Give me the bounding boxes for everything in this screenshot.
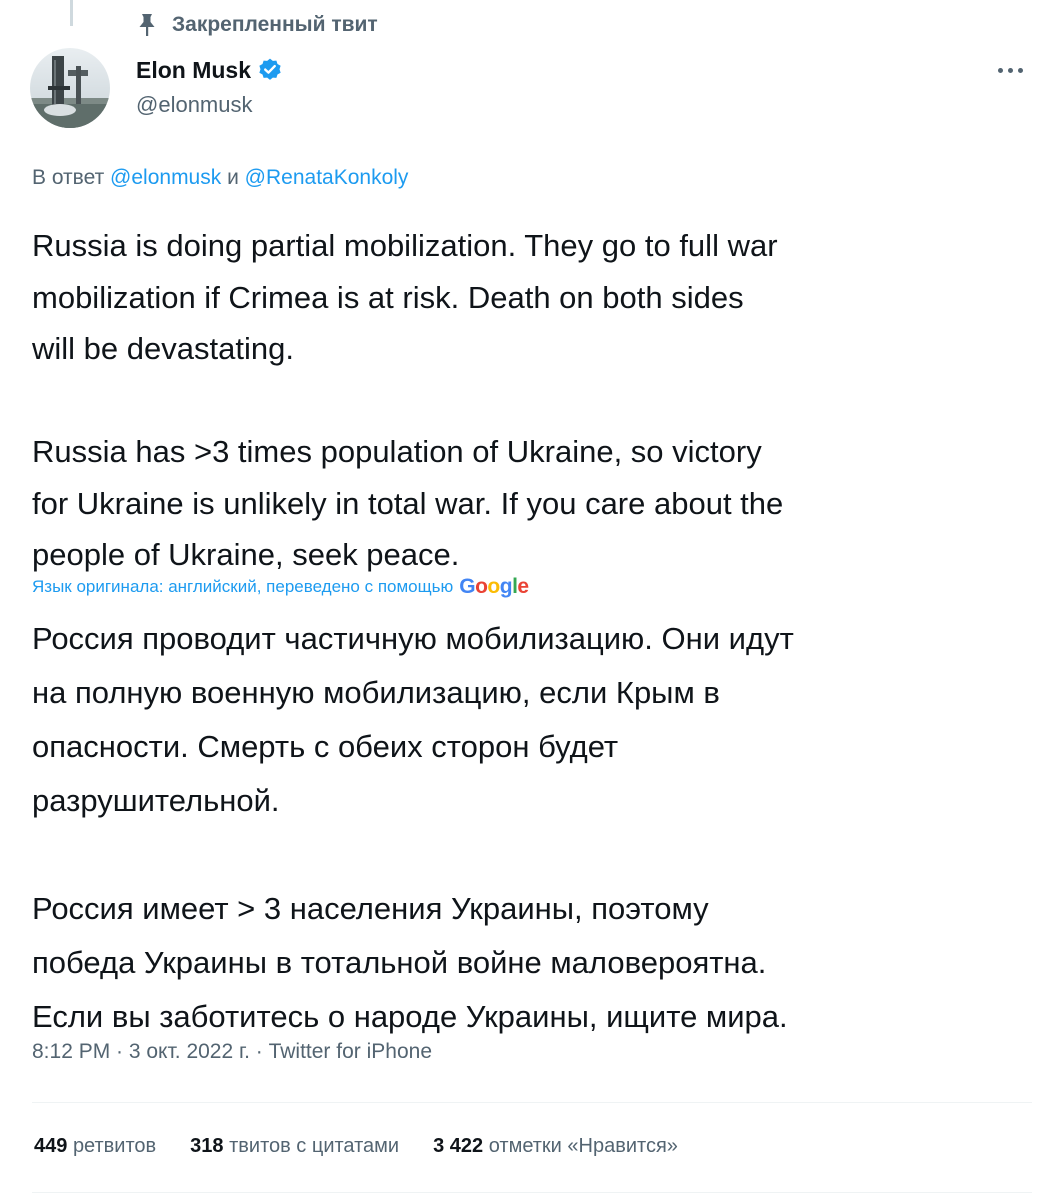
author-handle[interactable]: @elonmusk (136, 92, 283, 118)
reply-conjunction: и (227, 166, 239, 189)
quotes-count: 318 (190, 1135, 224, 1157)
quotes-label: твитов с цитатами (229, 1135, 400, 1157)
author-info: Elon Musk @elonmusk (136, 54, 283, 118)
retweets-count: 449 (34, 1135, 68, 1157)
translation-note-text: Язык оригинала: английский, переведено с… (32, 577, 454, 596)
translated-line: Россия имеет > 3 населения Украины, поэт… (32, 891, 709, 926)
translated-line: опасности. Смерть с обеих сторон будет (32, 729, 619, 764)
engagement-stats: 449 ретвитов 318 твитов с цитатами 3 422… (34, 1135, 678, 1158)
tweet-line-break (32, 375, 1042, 427)
likes-count: 3 422 (433, 1135, 484, 1157)
translated-line: Россия проводит частичную мобилизацию. О… (32, 621, 794, 656)
translated-line: Если вы заботитесь о народе Украины, ищи… (32, 999, 788, 1034)
tweet-text: Russia is doing partial mobilization. Th… (32, 220, 1042, 581)
tweet-line: will be devastating. (32, 331, 294, 366)
more-options-icon[interactable] (990, 58, 1030, 82)
pinned-label: Закрепленный твит (172, 13, 378, 36)
pinned-indicator: Закрепленный твит (138, 8, 378, 42)
tweet-timestamp[interactable]: 8:12 PM · 3 окт. 2022 г. · Twitter for i… (32, 1040, 432, 1064)
translated-line: разрушительной. (32, 783, 280, 818)
reply-context: В ответ @elonmusk и @RenataKonkoly (32, 166, 408, 190)
likes-label: отметки «Нравится» (488, 1135, 678, 1157)
author-name[interactable]: Elon Musk (136, 57, 251, 84)
avatar[interactable] (30, 48, 110, 128)
retweets-stat[interactable]: 449 ретвитов (34, 1135, 156, 1158)
author-name-row: Elon Musk (136, 54, 283, 86)
pin-icon (138, 13, 156, 37)
verified-badge-icon[interactable] (257, 57, 283, 83)
quotes-stat[interactable]: 318 твитов с цитатами (190, 1135, 399, 1158)
divider (32, 1192, 1032, 1193)
likes-stat[interactable]: 3 422 отметки «Нравится» (433, 1135, 678, 1158)
tweet-line: Russia is doing partial mobilization. Th… (32, 228, 778, 263)
translated-line: на полную военную мобилизацию, если Крым… (32, 675, 720, 710)
thread-line (70, 0, 73, 26)
translated-line: победа Украины в тотальной войне маловер… (32, 945, 767, 980)
tweet-line: for Ukraine is unlikely in total war. If… (32, 485, 784, 521)
tweet-line: mobilization if Crimea is at risk. Death… (32, 279, 744, 315)
translated-text: Россия проводит частичную мобилизацию. О… (32, 612, 1042, 1044)
reply-prefix: В ответ (32, 166, 105, 189)
reply-mention-elonmusk[interactable]: @elonmusk (110, 166, 221, 189)
retweets-label: ретвитов (72, 1135, 157, 1157)
translated-line-break (32, 828, 1042, 882)
google-logo: Google (459, 575, 529, 598)
translation-note[interactable]: Язык оригинала: английский, переведено с… (32, 572, 529, 602)
tweet-line: Russia has >3 times population of Ukrain… (32, 434, 762, 469)
reply-mention-renatakonkoly[interactable]: @RenataKonkoly (245, 166, 409, 189)
divider (32, 1102, 1032, 1103)
